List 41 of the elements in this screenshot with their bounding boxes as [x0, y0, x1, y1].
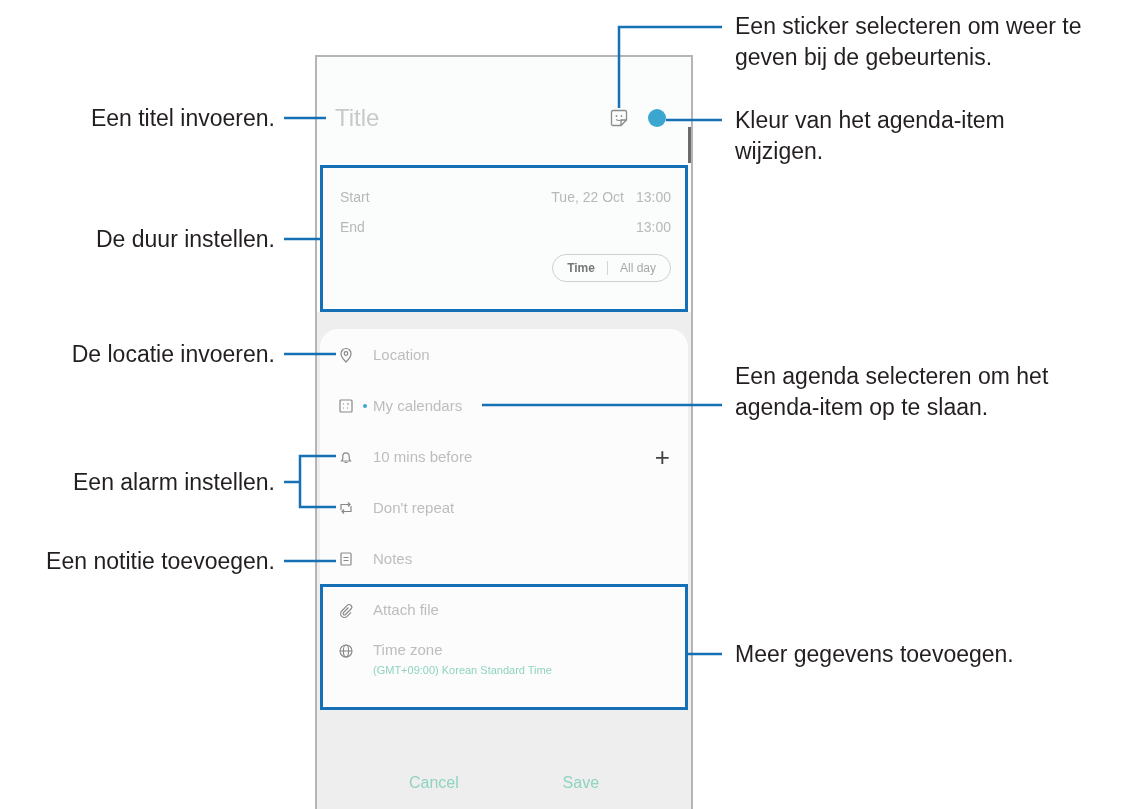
sticker-icon[interactable]: [610, 109, 628, 127]
globe-icon: [338, 643, 354, 659]
color-dot[interactable]: [648, 109, 666, 127]
toggle-option[interactable]: Time: [567, 261, 595, 275]
leader-line: [284, 559, 336, 563]
cancel-button[interactable]: Cancel: [398, 770, 469, 796]
save-button[interactable]: Save: [552, 770, 610, 796]
toggle-option[interactable]: All day: [619, 261, 656, 275]
field-label[interactable]: Don't repeat: [373, 499, 455, 516]
leader-line: [284, 116, 326, 120]
callout-text: Een agenda selecteren om het agenda-item op te slaan.: [735, 362, 1049, 422]
time-value[interactable]: 13:00: [635, 189, 671, 205]
callout-text: Een notitie toevoegen.: [46, 547, 275, 576]
field-label[interactable]: Notes: [373, 550, 413, 567]
field-label[interactable]: 10 mins before: [373, 448, 473, 465]
date-label: End: [340, 219, 366, 235]
leader-line: [282, 454, 338, 509]
field-label[interactable]: Attach file: [373, 601, 439, 618]
callout-text: Een titel invoeren.: [90, 104, 275, 133]
field-label[interactable]: Location: [373, 346, 430, 363]
note-icon: [338, 550, 354, 567]
add-button[interactable]: +: [654, 443, 670, 470]
leader-line: [284, 352, 336, 356]
date-label: Start: [340, 189, 371, 205]
paperclip-icon: [338, 603, 354, 619]
leader-line: [666, 118, 722, 122]
callout-text: Een sticker selecteren om weer te geven bij de gebeurtenis.: [735, 12, 1082, 72]
callout-text: Een alarm instellen.: [73, 468, 275, 497]
repeat-icon: [338, 499, 354, 516]
field-label[interactable]: My calendars: [373, 397, 463, 414]
scrollbar: [688, 127, 691, 163]
time-value[interactable]: 13:00: [635, 219, 671, 235]
location-pin-icon: [338, 346, 354, 363]
callout-text: De locatie invoeren.: [71, 340, 275, 369]
date-value[interactable]: Tue, 22 Oct: [551, 189, 624, 205]
callout-text: Kleur van het agenda-item wijzigen.: [735, 106, 1005, 166]
field-label[interactable]: Time zone: [373, 641, 552, 658]
callout-text: Meer gegevens toevoegen.: [735, 640, 1014, 669]
timezone-value: (GMT+09:00) Korean Standard Time: [373, 664, 552, 676]
callout-text: De duur instellen.: [96, 225, 275, 254]
calendar-icon: [338, 397, 354, 414]
